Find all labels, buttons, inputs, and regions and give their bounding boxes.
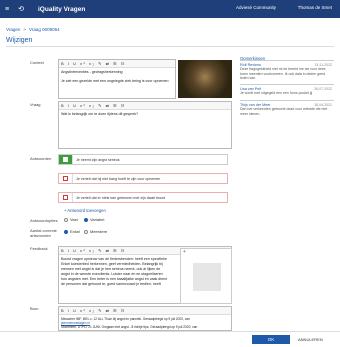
comment-item: Thijs van der Meer 18-04-2021 Dan het ve… — [240, 100, 334, 116]
comment-item: Rolf Reviens 13-11-2022 Deze fragogekkhe… — [240, 60, 334, 81]
answer-text[interactable]: Je neemt zijn angst serieus — [76, 158, 120, 162]
answer-checkbox[interactable] — [63, 195, 68, 200]
page-title: Wijzigen — [6, 37, 33, 44]
comment-item: Lisa van Pelt 26-07-2022 Je wordt met ui… — [240, 84, 334, 96]
media-upload[interactable]: + — [180, 248, 232, 304]
single-radio[interactable]: Enkel — [64, 229, 80, 234]
divider — [6, 46, 334, 47]
context-text: Angstinterventies - gedragsherkenning — [61, 70, 123, 74]
answers-label: Antwoorden — [30, 156, 52, 161]
add-media-icon[interactable]: + — [183, 249, 186, 255]
breadcrumb-current[interactable]: Vraag 0009064 — [29, 27, 60, 32]
answer-text[interactable]: Je vertelt dat er niets kan gebeuren met… — [76, 196, 165, 200]
correct-count-label: Aantal correcte antwoorden — [30, 228, 57, 238]
history-icon[interactable]: ⟲ — [14, 5, 28, 13]
breadcrumb: Vragen > Vraag 0009064 — [6, 27, 60, 32]
community-link[interactable]: Adviesé Community — [236, 5, 276, 10]
source-label: Bron — [30, 306, 39, 311]
comment-date: 18-04-2021 — [314, 103, 332, 107]
comment-text: Dan het verkeerden geboorte dead voor we… — [240, 107, 328, 116]
multiple-radio[interactable]: Meerdere — [84, 229, 107, 234]
feedback-label: Feedback — [30, 246, 48, 251]
top-navigation-bar: ≡ ⟲ iQuality Vragen Adviesé Community Th… — [0, 0, 340, 18]
source-editor[interactable]: B I U x² x₂ ✎ ⇄ ☰ ☷ Mesacher IMF, MEL c.… — [58, 306, 232, 331]
option-fixed-radio[interactable]: Vast — [64, 217, 78, 222]
comment-date: 13-11-2022 — [314, 63, 332, 67]
context-editor[interactable]: B I U x² x₂ ✎ ⇄ ☰ ☷ Angstinterventies - … — [58, 59, 176, 99]
source-text: Mesacher IMF, MEL c. 12 ALL Thuiz bij an… — [61, 317, 198, 329]
option-variable-radio[interactable]: Variabel — [84, 217, 104, 222]
radio-dot — [84, 217, 88, 222]
cancel-button[interactable]: ANNULEREN — [298, 337, 323, 342]
context-label: Context — [30, 60, 44, 65]
comment-text: Deze fragogekkheid niet mi de bereid me … — [240, 67, 326, 80]
comment-date: 26-07-2022 — [314, 87, 332, 91]
comment-text: Je wordt met uitgegeld een een frons poc… — [240, 91, 313, 95]
radio-dot — [64, 217, 68, 222]
answer-options-label: Antwoordopties — [30, 218, 58, 223]
user-menu[interactable]: Thomas de Smet — [298, 5, 332, 10]
image-placeholder-icon — [193, 263, 221, 291]
question-label: Vraag — [30, 102, 41, 107]
context-image — [178, 60, 232, 98]
app-title: iQuality Vragen — [38, 5, 86, 13]
add-answer-button[interactable]: + Antwoord toevoegen — [64, 208, 106, 213]
answer-correct-checkbox[interactable] — [63, 157, 68, 162]
ok-button[interactable]: OK — [252, 335, 290, 344]
context-text-2: Je ziet een gezelde met een ongelegde zi… — [61, 79, 169, 83]
answer-row: Je vertelt dat er niets kan gebeuren met… — [58, 192, 228, 203]
breadcrumb-root[interactable]: Vragen — [6, 27, 20, 32]
editor-toolbar[interactable]: B I U x² x₂ ✎ ⇄ ☰ ☷ — [59, 307, 231, 315]
question-text: Wat is belangrijk om te doen tijdens dit… — [61, 112, 139, 116]
breadcrumb-separator: > — [23, 27, 26, 32]
answer-checkbox[interactable] — [63, 176, 68, 181]
answer-text[interactable]: Je vertelt dat hij niet bang hoeft te zi… — [76, 177, 160, 181]
radio-dot — [84, 229, 88, 234]
answer-row: Je vertelt dat hij niet bang hoeft te zi… — [58, 173, 228, 184]
editor-toolbar[interactable]: B I U x² x₂ ✎ ⇄ ☰ ☷ — [59, 60, 175, 68]
radio-dot — [64, 229, 68, 234]
feedback-text: Bouwt vragen opnieuw van de fiedersbende… — [61, 257, 168, 286]
editor-toolbar[interactable]: B I U x² x₂ ✎ ⇄ ☰ ☷ — [59, 102, 231, 110]
question-editor[interactable]: B I U x² x₂ ✎ ⇄ ☰ ☷ Wat is belangrijk om… — [58, 101, 232, 149]
answer-row: Je neemt zijn angst serieus — [58, 154, 228, 165]
menu-icon[interactable]: ≡ — [0, 6, 14, 13]
